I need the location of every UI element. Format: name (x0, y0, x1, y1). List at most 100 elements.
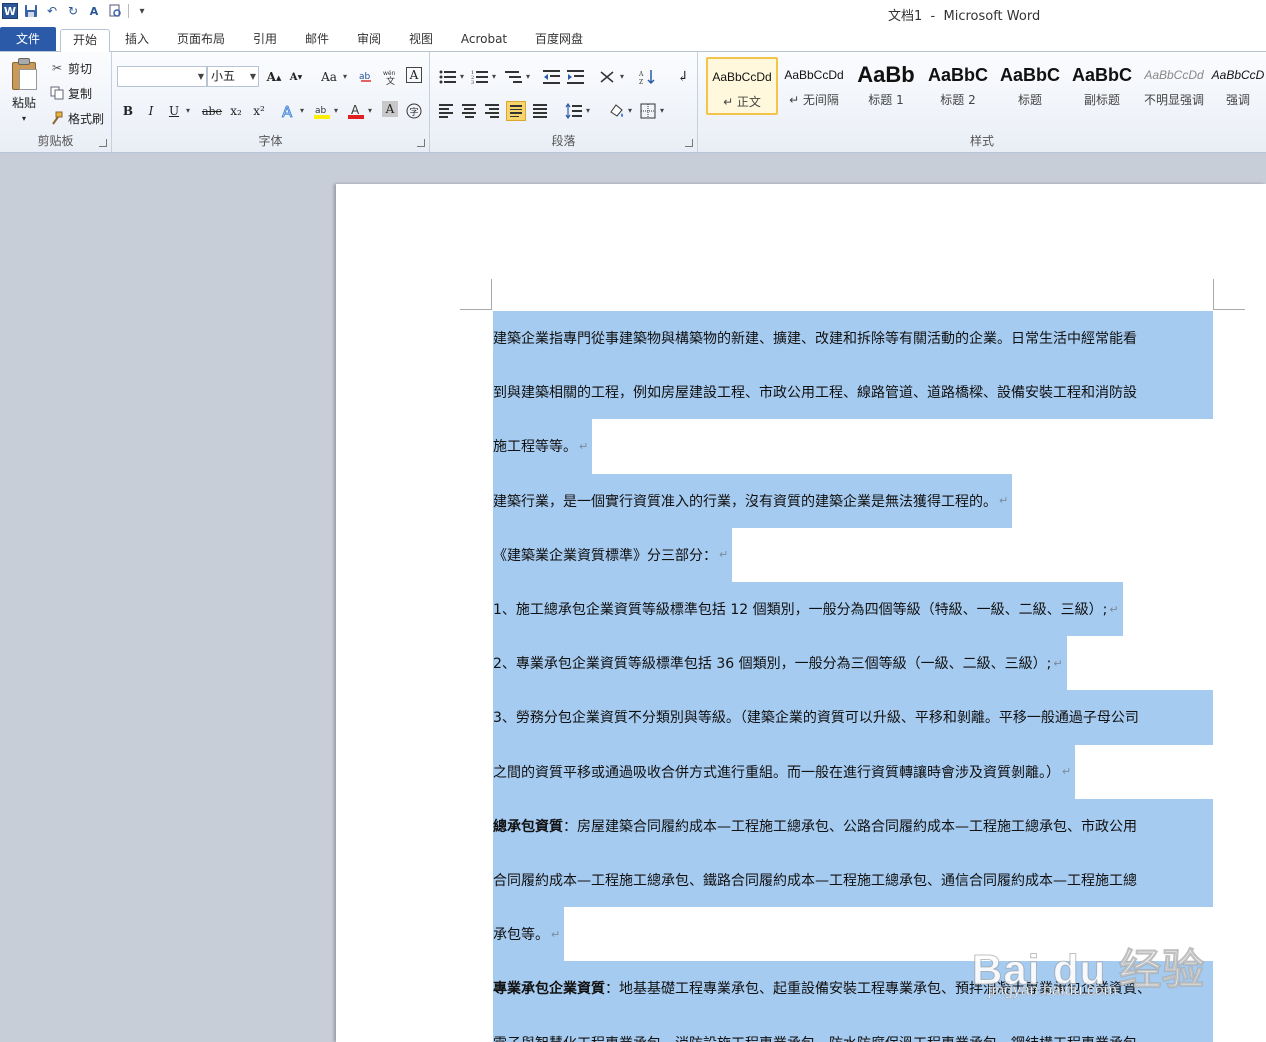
paragraph-mark-icon: ↵ (1053, 656, 1063, 670)
styles-gallery: AaBbCcDd ↵ 正文 AaBbCcDd ↵ 无间隔 AaBb 标题 1 A… (704, 57, 1266, 119)
font-name-combo[interactable]: ▼ (117, 66, 207, 87)
character-border-icon[interactable]: A (406, 67, 422, 83)
style-title[interactable]: AaBbC 标题 (994, 57, 1066, 115)
style-sample: AaBbCcD (1211, 68, 1265, 82)
line-text: 電子與智慧化工程專業承包、消防設施工程專業承包、防水防腐保溫工程專業承包、鋼結構… (493, 1033, 1137, 1042)
document-line: 總承包資質 ：房屋建築合同履約成本—工程施工總承包、公路合同履約成本—工程施工總承… (493, 798, 1213, 853)
save-icon[interactable] (23, 3, 39, 19)
grow-font-button[interactable]: A ▲ (264, 67, 284, 87)
document-body[interactable]: 建築企業指專門從事建築物與構築物的新建、擴建、改建和拆除等有關活動的企業。日常生… (493, 311, 1213, 1042)
style-subtle-emphasis[interactable]: AaBbCcDd 不明显强调 (1138, 57, 1210, 115)
justify-icon[interactable] (506, 101, 526, 121)
format-painter-button[interactable]: 格式刷 (50, 109, 104, 127)
highlight-color-icon[interactable]: ab (312, 101, 338, 121)
clear-formatting-icon[interactable]: ab (357, 67, 377, 87)
paste-icon[interactable] (10, 58, 40, 92)
italic-button[interactable]: I (141, 101, 161, 121)
clipboard-group-label: 剪贴板 (37, 134, 74, 148)
tab-acrobat[interactable]: Acrobat (455, 29, 513, 52)
document-line: 2、專業承包企業資質等級標準包括 36 個類別，一般分為三個等級（一級、二級、三… (493, 636, 1213, 691)
font-size-dropdown-icon[interactable]: ▼ (250, 67, 256, 86)
borders-icon[interactable] (638, 101, 664, 121)
style-name: 副标题 (1083, 93, 1120, 107)
change-case-button[interactable]: Aa (317, 67, 347, 87)
style-sample: AaBbC (927, 65, 988, 85)
show-formatting-marks-icon[interactable]: ↲ (673, 67, 693, 87)
paragraph-mark-icon: ↵ (1062, 765, 1072, 779)
word-logo-icon[interactable]: W (2, 3, 18, 19)
document-line: 建築企業指專門從事建築物與構築物的新建、擴建、改建和拆除等有關活動的企業。日常生… (493, 311, 1213, 366)
style-normal[interactable]: AaBbCcDd ↵ 正文 (706, 57, 778, 115)
customize-qat-icon[interactable]: ▾ (134, 3, 150, 19)
line-text: 之間的資質平移或通過吸收合併方式進行重組。而一般在進行資質轉讓時會涉及資質剝離。… (493, 764, 1060, 781)
document-line: 1、施工總承包企業資質等級標準包括 12 個類別，一般分為四個等級（特級、一級、… (493, 581, 1213, 637)
copy-button[interactable]: 复制 (50, 84, 92, 102)
selected-text: 之間的資質平移或通過吸收合併方式進行重組。而一般在進行資質轉讓時會涉及資質剝離。… (493, 744, 1076, 799)
asian-layout-icon[interactable] (598, 67, 624, 87)
paste-dropdown-icon[interactable]: ▾ (16, 112, 32, 124)
shrink-font-button[interactable]: A ▼ (286, 67, 306, 87)
document-line: 施工程等等。 ↵ (493, 419, 1213, 474)
align-center-icon[interactable] (459, 101, 479, 121)
document-line: 電子與智慧化工程專業承包、消防設施工程專業承包、防水防腐保溫工程專業承包、鋼結構… (493, 1015, 1213, 1042)
ribbon-home: 粘贴 ▾ ✂ 剪切 复制 格式刷 剪贴板 ▼ 小五 ▼ A ▲ A ▼ Aa ▾… (0, 52, 1266, 153)
style-subtitle[interactable]: AaBbC 副标题 (1066, 57, 1138, 115)
sort-icon[interactable]: AZ (638, 67, 658, 87)
shading-icon[interactable] (606, 101, 632, 121)
style-no-spacing[interactable]: AaBbCcDd ↵ 无间隔 (778, 57, 850, 115)
paragraph-mark-icon: ↵ (579, 439, 589, 453)
tab-file[interactable]: 文件 (0, 27, 56, 51)
align-left-icon[interactable] (436, 101, 456, 121)
enclose-characters-icon[interactable]: 字 (404, 101, 424, 121)
align-right-icon[interactable] (482, 101, 502, 121)
numbering-icon[interactable]: 123 (470, 67, 496, 87)
tab-mailings[interactable]: 邮件 (297, 29, 337, 52)
bullets-icon[interactable] (438, 67, 464, 87)
font-color-icon[interactable]: A (346, 101, 372, 121)
strikethrough-button[interactable]: abe (200, 101, 224, 121)
subscript-button[interactable]: x₂ (226, 101, 246, 121)
text-effects-icon[interactable]: A (278, 101, 304, 121)
line-spacing-icon[interactable] (564, 101, 590, 121)
tab-references[interactable]: 引用 (245, 29, 285, 52)
scissors-icon: ✂ (51, 61, 63, 75)
tab-review[interactable]: 审阅 (349, 29, 389, 52)
paragraph-dialog-launcher[interactable] (685, 139, 693, 147)
paste-button[interactable]: 粘贴 (8, 94, 40, 110)
multilevel-list-icon[interactable] (504, 67, 530, 87)
selected-text: 專業承包企業資質 ：地基基礎工程專業承包、起重設備安裝工程專業承包、預拌混凝土專業… (493, 961, 1213, 1016)
style-heading-2[interactable]: AaBbC 标题 2 (922, 57, 994, 115)
tab-view[interactable]: 视图 (401, 29, 441, 52)
decrease-indent-icon[interactable] (542, 67, 562, 87)
style-heading-1[interactable]: AaBb 标题 1 (850, 57, 922, 115)
selected-text: 總承包資質 ：房屋建築合同履約成本—工程施工總承包、公路合同履約成本—工程施工總承… (493, 798, 1213, 853)
svg-text:wén: wén (383, 70, 396, 77)
font-dialog-launcher[interactable] (417, 139, 425, 147)
undo-icon[interactable]: ↶ (44, 3, 60, 19)
style-emphasis[interactable]: AaBbCcD 强调 (1210, 57, 1266, 115)
phonetic-guide-icon[interactable]: wén 文 (382, 67, 402, 87)
font-size-combo[interactable]: 小五 ▼ (207, 66, 259, 87)
clipboard-dialog-launcher[interactable] (99, 139, 107, 147)
character-shading-icon[interactable]: A (382, 101, 398, 117)
bold-button[interactable]: B (118, 101, 138, 121)
selected-text: 2、專業承包企業資質等級標準包括 36 個類別，一般分為三個等級（一級、二級、三… (493, 636, 1067, 691)
selected-text: 《建築業企業資質標準》分三部分： ↵ (493, 527, 733, 582)
increase-indent-icon[interactable] (566, 67, 586, 87)
superscript-button[interactable]: x² (249, 101, 269, 121)
line-text: 1、施工總承包企業資質等級標準包括 12 個類別，一般分為四個等級（特級、一級、… (493, 602, 1108, 619)
print-preview-icon[interactable] (107, 3, 123, 19)
tab-page-layout[interactable]: 页面布局 (168, 29, 234, 52)
document-line: 合同履約成本—工程施工總承包、鐵路合同履約成本—工程施工總承包、通信合同履約成本… (493, 852, 1213, 908)
tab-insert[interactable]: 插入 (118, 29, 156, 52)
redo-icon[interactable]: ↻ (65, 3, 81, 19)
font-name-dropdown-icon[interactable]: ▼ (198, 67, 204, 86)
cut-button[interactable]: ✂ 剪切 (50, 59, 92, 77)
line-text: 到與建築相關的工程，例如房屋建設工程、市政公用工程、線路管道、道路橋樑、設備安裝… (493, 385, 1137, 402)
distributed-icon[interactable] (530, 101, 550, 121)
underline-button[interactable]: U (164, 101, 190, 121)
tab-home[interactable]: 开始 (60, 29, 110, 53)
spelling-icon[interactable]: A (86, 3, 102, 19)
tab-baidu-netdisk[interactable]: 百度网盘 (528, 29, 590, 52)
style-sample: AaBb (857, 62, 915, 87)
